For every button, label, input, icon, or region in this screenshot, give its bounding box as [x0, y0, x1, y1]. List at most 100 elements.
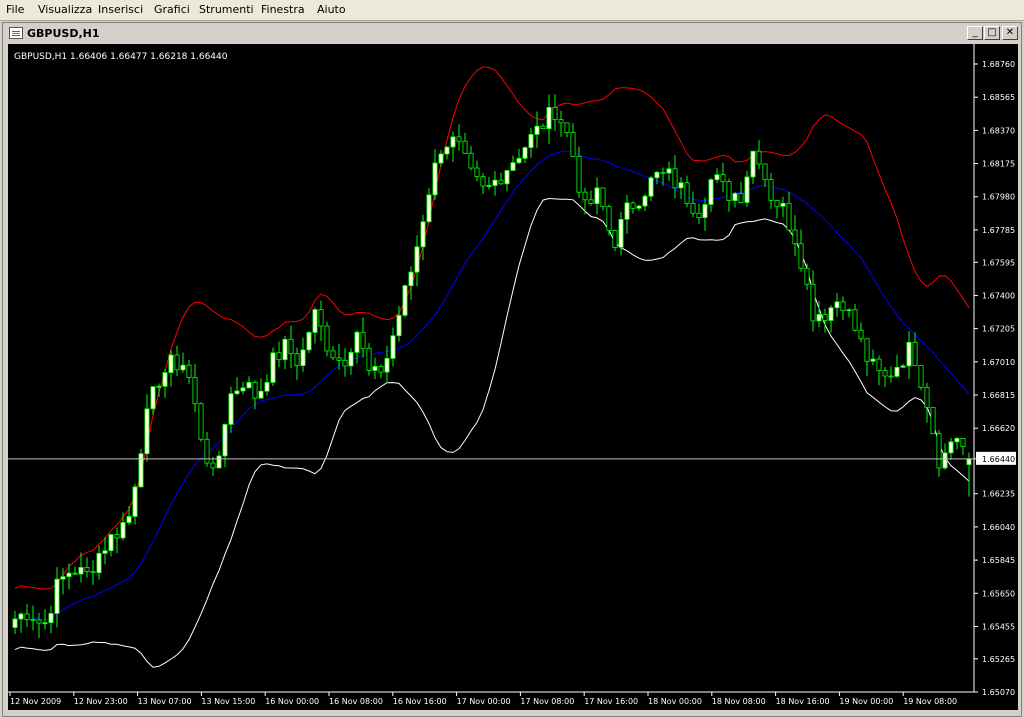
- candle-body: [504, 170, 510, 185]
- candle-body: [324, 325, 330, 352]
- candle-body: [150, 386, 156, 410]
- candle-body: [318, 309, 324, 327]
- menu-visualizza[interactable]: Visualizza: [38, 3, 92, 16]
- candle-body: [216, 455, 222, 469]
- menu-inserisci[interactable]: Inserisci: [98, 3, 143, 16]
- candle-body: [546, 106, 552, 130]
- y-tick-label: 1.65650: [982, 589, 1015, 598]
- candle-body: [336, 357, 342, 361]
- candle-body: [954, 437, 960, 443]
- x-tick-label: 19 Nov 00:00: [839, 697, 893, 706]
- x-tick-label: 18 Nov 16:00: [776, 697, 830, 706]
- x-tick-label: 18 Nov 08:00: [712, 697, 766, 706]
- candle-body: [888, 375, 894, 378]
- candle-body: [348, 352, 354, 367]
- price-chart-svg: GBPUSD,H1 1.66406 1.66477 1.66218 1.6644…: [8, 44, 1018, 710]
- candle-body: [672, 168, 678, 189]
- candle-body: [552, 106, 558, 121]
- candle-body: [864, 338, 870, 362]
- candle-body: [282, 338, 288, 361]
- candle-body: [360, 331, 366, 349]
- candle-body: [420, 221, 426, 248]
- candle-body: [342, 359, 348, 367]
- candle-body: [462, 140, 468, 154]
- candle-body: [930, 407, 936, 435]
- candle-body: [72, 572, 78, 575]
- candle-body: [432, 162, 438, 196]
- candle-body: [702, 204, 708, 219]
- candle-body: [408, 271, 414, 287]
- x-tick-label: 16 Nov 16:00: [393, 697, 447, 706]
- candle-body: [426, 194, 432, 223]
- candle-body: [942, 452, 948, 469]
- candle-body: [594, 187, 600, 204]
- maximize-button[interactable]: □: [984, 26, 1000, 40]
- candle-body: [936, 433, 942, 469]
- candle-body: [786, 202, 792, 231]
- y-tick-label: 1.65265: [982, 655, 1015, 664]
- menu-file[interactable]: File: [6, 3, 24, 16]
- y-tick-label: 1.67980: [982, 193, 1015, 202]
- candle-body: [294, 353, 300, 367]
- candle-body: [120, 522, 126, 539]
- candle-body: [822, 314, 828, 321]
- candle-body: [606, 206, 612, 231]
- y-tick-label: 1.68370: [982, 126, 1015, 135]
- candle-body: [384, 357, 390, 373]
- candle-body: [642, 195, 648, 207]
- candle-body: [258, 390, 264, 399]
- minimize-button[interactable]: _: [967, 26, 983, 40]
- candle-body: [30, 619, 36, 621]
- x-tick-label: 16 Nov 08:00: [329, 697, 383, 706]
- candle-body: [228, 393, 234, 425]
- candle-body: [84, 567, 90, 573]
- menu-strumenti[interactable]: Strumenti: [199, 3, 254, 16]
- y-tick-label: 1.66620: [982, 424, 1015, 433]
- candle-body: [210, 462, 216, 469]
- candle-body: [12, 618, 18, 628]
- candle-body: [402, 285, 408, 316]
- candle-body: [456, 136, 462, 142]
- candle-body: [372, 366, 378, 371]
- candle-body: [192, 377, 198, 405]
- candle-body: [666, 168, 672, 174]
- candle-body: [474, 167, 480, 177]
- candle-body: [582, 191, 588, 201]
- menu-grafici[interactable]: Grafici: [154, 3, 190, 16]
- candle-body: [102, 550, 108, 554]
- candle-body: [198, 403, 204, 440]
- x-tick-label: 19 Nov 08:00: [903, 697, 957, 706]
- candle-body: [636, 205, 642, 209]
- candle-body: [498, 179, 504, 185]
- candle-body: [792, 229, 798, 245]
- candle-body: [174, 354, 180, 371]
- candle-body: [588, 199, 594, 204]
- menu-bar: File Visualizza Inserisci Grafici Strume…: [0, 0, 1024, 21]
- candle-body: [330, 350, 336, 359]
- x-tick-label: 16 Nov 00:00: [265, 697, 319, 706]
- candle-body: [132, 486, 138, 517]
- candle-body: [726, 181, 732, 201]
- candle-body: [66, 572, 72, 578]
- candle-body: [834, 301, 840, 309]
- chart-window-titlebar[interactable]: GBPUSD,H1 _ □ ✕: [5, 24, 1019, 43]
- candle-body: [390, 335, 396, 359]
- candle-body: [732, 193, 738, 201]
- candle-body: [876, 358, 882, 372]
- menu-finestra[interactable]: Finestra: [261, 3, 305, 16]
- menu-aiuto[interactable]: Aiuto: [317, 3, 346, 16]
- candle-body: [804, 267, 810, 285]
- candle-body: [90, 571, 96, 574]
- candle-body: [690, 203, 696, 214]
- candle-body: [966, 458, 972, 466]
- price-chart[interactable]: GBPUSD,H1 1.66406 1.66477 1.66218 1.6644…: [8, 44, 1018, 710]
- close-button[interactable]: ✕: [1002, 26, 1018, 40]
- x-tick-label: 12 Nov 23:00: [74, 697, 128, 706]
- candle-body: [678, 182, 684, 189]
- candle-body: [492, 179, 498, 186]
- candle-body: [540, 125, 546, 130]
- candle-body: [516, 157, 522, 164]
- candle-body: [276, 352, 282, 361]
- candle-body: [378, 366, 384, 373]
- candle-body: [684, 182, 690, 204]
